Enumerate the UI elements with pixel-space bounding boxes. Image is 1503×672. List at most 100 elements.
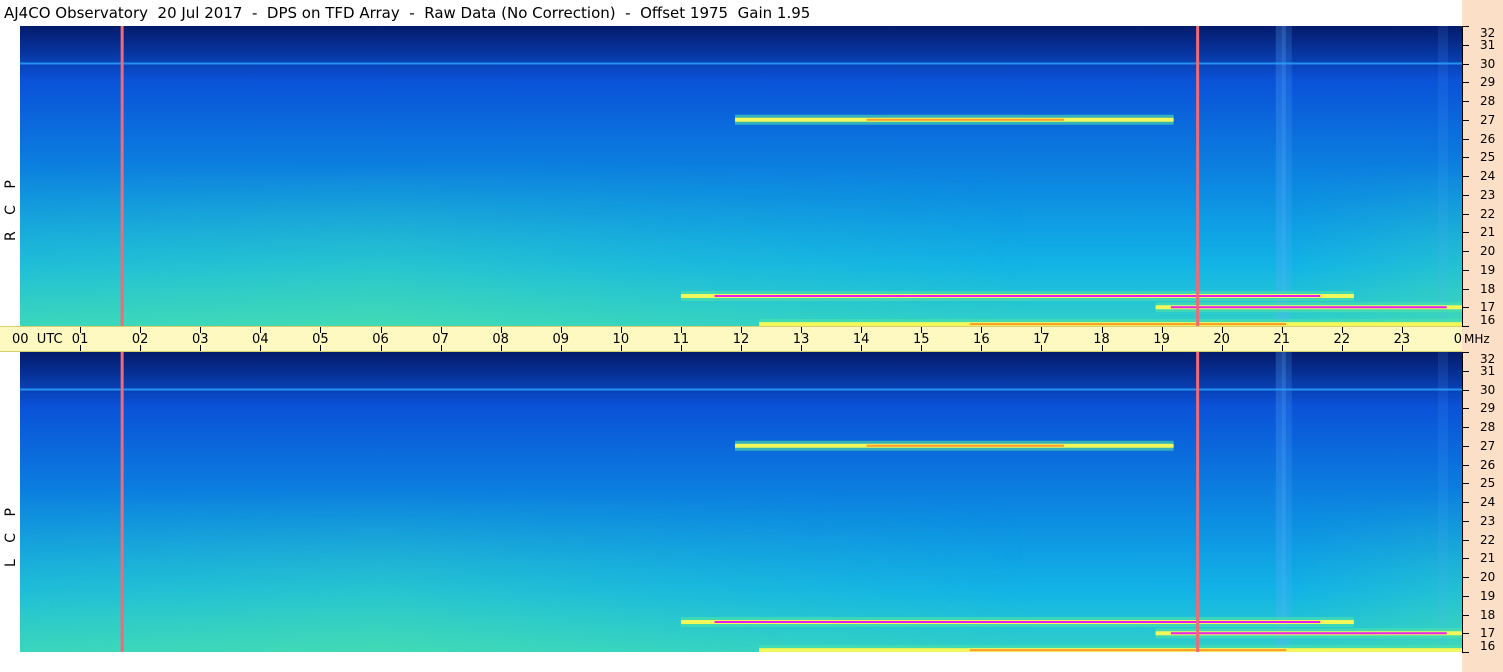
freq-tick [1462, 82, 1469, 84]
freq-tick-label: 26 [1480, 131, 1496, 146]
time-marker [1196, 352, 1200, 652]
spectral-streak [1437, 26, 1448, 326]
emission-band-peak [969, 323, 1287, 326]
time-marker [1196, 26, 1200, 326]
freq-tick [1462, 251, 1469, 252]
freq-tick [1462, 520, 1469, 522]
freq-tick-label: 31 [1480, 363, 1496, 378]
lcp-panel-label: L C P [3, 502, 19, 567]
freq-tick-label: 28 [1480, 94, 1496, 108]
time-tick [801, 345, 803, 351]
emission-band-peak [866, 118, 1064, 121]
time-tick [1221, 345, 1223, 351]
freq-tick-label: 26 [1480, 457, 1496, 472]
freq-tick-label: 24 [1480, 169, 1496, 183]
time-tick [1041, 327, 1043, 333]
time-tick [1161, 345, 1163, 351]
time-marker [120, 26, 124, 326]
freq-unit-label: MHz [1464, 332, 1490, 346]
rfi-line [20, 388, 1462, 391]
time-tick [1281, 327, 1283, 333]
time-tick [981, 327, 983, 333]
freq-tick [1462, 213, 1469, 215]
freq-tick-label: 18 [1480, 281, 1496, 296]
time-tick [1341, 327, 1343, 333]
freq-tick [1462, 352, 1469, 353]
freq-tick [1462, 307, 1469, 309]
title-bar: AJ4CO Observatory 20 Jul 2017 - DPS on T… [0, 0, 1462, 26]
emission-band-peak [714, 295, 1321, 297]
freq-tick-label: 25 [1480, 150, 1496, 165]
freq-tick [1462, 539, 1469, 541]
freq-tick [1462, 464, 1469, 466]
time-tick [140, 345, 142, 351]
time-tick [440, 327, 442, 333]
time-tick [921, 345, 923, 351]
time-tick [440, 345, 442, 351]
time-tick [200, 327, 202, 333]
freq-tick [1462, 445, 1469, 447]
freq-tick [1462, 370, 1469, 372]
time-tick [861, 345, 863, 351]
time-tick [1041, 345, 1043, 351]
freq-tick-label: 22 [1480, 206, 1496, 221]
time-tick [1401, 345, 1403, 351]
emission-band-peak [866, 444, 1064, 447]
freq-tick-label: 16 [1480, 313, 1496, 327]
time-tick [260, 345, 262, 351]
freq-tick [1462, 595, 1469, 597]
time-tick [320, 345, 322, 351]
time-tick [1401, 327, 1403, 333]
time-tick [921, 327, 923, 333]
emission-band-peak [1170, 632, 1447, 635]
time-tick [741, 327, 742, 333]
freq-tick-label: 24 [1480, 495, 1496, 509]
freq-tick [1462, 101, 1469, 102]
freq-tick [1462, 232, 1469, 234]
freq-tick [1462, 558, 1469, 560]
rcp-label-column: R C P [0, 26, 20, 326]
freq-tick [1462, 44, 1469, 46]
rcp-panel-label: R C P [3, 174, 19, 241]
freq-tick-label: 27 [1480, 112, 1496, 127]
time-tick [260, 327, 262, 333]
freq-tick [1462, 633, 1469, 635]
time-tick [320, 327, 322, 333]
time-tick [1221, 327, 1223, 333]
freq-tick [1462, 176, 1469, 177]
time-tick [380, 345, 382, 351]
freq-tick [1462, 483, 1469, 485]
time-tick [1161, 327, 1163, 333]
time-tick [1101, 327, 1103, 333]
frequency-axis: 32 31 30 29 28 27 26 25 24 23 22 21 20 19 18 17 16 32 31 30… [1462, 0, 1503, 672]
time-tick-label: 00 UTC [12, 332, 63, 347]
time-tick [981, 345, 983, 351]
freq-tick-label: 30 [1480, 382, 1496, 397]
freq-tick-label: 31 [1480, 37, 1496, 52]
rcp-spectrogram [20, 26, 1462, 326]
emission-band-peak [1170, 306, 1447, 309]
spectral-streak [1281, 352, 1292, 652]
spectrogram-noise-floor [20, 26, 1462, 326]
freq-tick-label: 28 [1480, 420, 1496, 434]
time-tick [1101, 345, 1103, 351]
spectral-streak [1437, 352, 1448, 652]
lcp-label-column: L C P [0, 352, 20, 652]
time-tick [801, 327, 803, 333]
freq-tick-label: 20 [1480, 570, 1496, 584]
time-tick [140, 327, 142, 333]
time-tick [1341, 345, 1343, 351]
spectral-streak [1281, 26, 1292, 326]
freq-tick [1462, 502, 1469, 503]
lcp-spectrogram [20, 352, 1462, 652]
freq-tick [1462, 194, 1469, 196]
freq-tick [1462, 326, 1469, 327]
freq-tick-label: 29 [1480, 401, 1496, 416]
freq-tick-label: 19 [1480, 262, 1496, 277]
time-tick [680, 345, 682, 351]
time-axis: 00 UTC 01 02 03 04 05 06 07 08 09 10 11 12 13 14 15 16 17… [0, 326, 1470, 352]
time-tick [380, 327, 382, 333]
emission-band-peak [969, 649, 1287, 652]
freq-tick [1462, 389, 1469, 391]
chart-title: AJ4CO Observatory 20 Jul 2017 - DPS on T… [4, 4, 811, 22]
